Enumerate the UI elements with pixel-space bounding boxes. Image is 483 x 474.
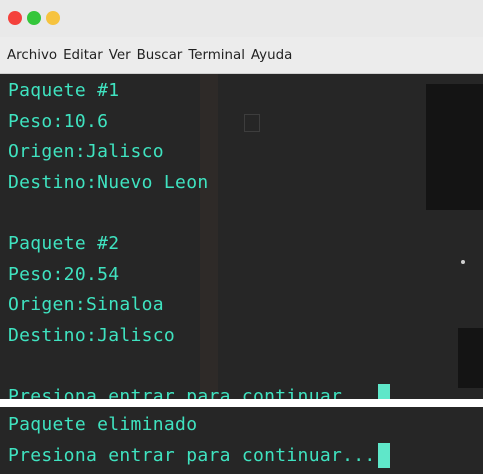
background-dot [461,260,465,264]
output-line: Paquete eliminado [8,414,198,435]
title-bar [0,0,483,37]
output-line: Origen:Jalisco [8,141,164,163]
maximize-window-button[interactable] [27,11,41,25]
prompt-text: Presiona entrar para continuar... [8,385,376,399]
text-cursor [377,443,390,469]
background-panel [458,328,483,388]
output-line: Paquete #2 [8,232,120,254]
background-panel [426,84,483,210]
output-lines: Paquete #1 Peso:10.6 Origen:Jalisco Dest… [8,76,390,399]
window-gap [0,399,483,407]
prompt-line: Presiona entrar para continuar... [8,382,390,399]
terminal-window: Archivo Editar Ver Buscar Terminal Ayuda… [0,0,483,399]
output-line: Destino:Jalisco [8,324,176,346]
menu-editar[interactable]: Editar [63,48,103,63]
text-cursor [377,384,390,399]
output-line: Paquete #1 [8,80,120,101]
output-line: Origen:Sinaloa [8,294,164,316]
menu-ver[interactable]: Ver [109,48,131,63]
output-line: Destino:Nuevo Leon [8,171,209,193]
minimize-window-button[interactable] [46,11,60,25]
menu-buscar[interactable]: Buscar [137,48,183,63]
menu-ayuda[interactable]: Ayuda [251,48,292,63]
prompt-line: Presiona entrar para continuar... [8,441,390,472]
menu-bar: Archivo Editar Ver Buscar Terminal Ayuda [0,37,483,74]
menu-terminal[interactable]: Terminal [188,48,245,63]
menu-archivo[interactable]: Archivo [7,48,57,63]
output-lines: Paquete eliminado Presiona entrar para c… [8,410,390,471]
prompt-text: Presiona entrar para continuar... [8,444,376,466]
output-line: Peso:10.6 [8,110,109,132]
output-line: Peso:20.54 [8,263,120,285]
terminal-output-2[interactable]: Paquete eliminado Presiona entrar para c… [0,407,483,474]
terminal-output[interactable]: Paquete #1 Peso:10.6 Origen:Jalisco Dest… [0,74,483,399]
close-window-button[interactable] [8,11,22,25]
